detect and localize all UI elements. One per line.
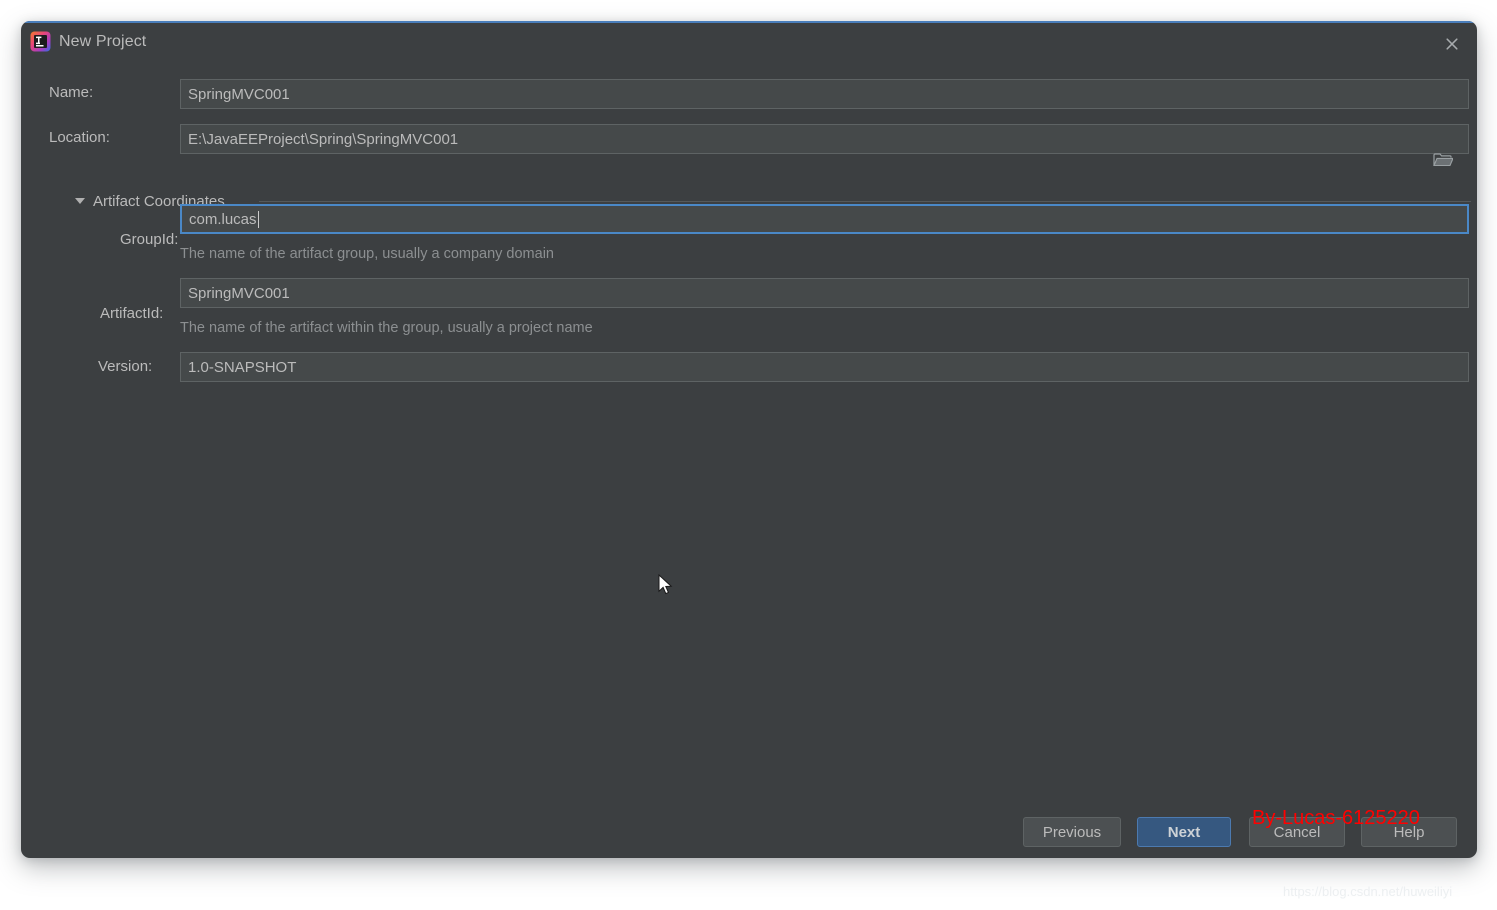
artifactid-input-value: SpringMVC001 bbox=[188, 284, 290, 302]
artifactid-helper-text: The name of the artifact within the grou… bbox=[180, 320, 593, 336]
watermark-text: https://blog.csdn.net/huweiliyi bbox=[1283, 884, 1453, 899]
dialog-title-bar: New Project bbox=[21, 23, 1477, 60]
intellij-idea-icon bbox=[30, 31, 51, 52]
groupid-input-value: com.lucas bbox=[189, 210, 257, 228]
artifactid-label: ArtifactId: bbox=[100, 305, 164, 322]
new-project-dialog: New Project Name: SpringMVC001 Location:… bbox=[21, 21, 1477, 858]
text-caret bbox=[257, 210, 259, 228]
name-input[interactable]: SpringMVC001 bbox=[180, 79, 1469, 109]
chevron-down-icon bbox=[75, 198, 85, 204]
cancel-button[interactable]: Cancel bbox=[1249, 817, 1345, 847]
version-input-value: 1.0-SNAPSHOT bbox=[188, 358, 297, 376]
name-input-value: SpringMVC001 bbox=[188, 85, 290, 103]
groupid-input[interactable]: com.lucas bbox=[180, 204, 1469, 234]
dialog-title: New Project bbox=[59, 33, 147, 50]
groupid-label: GroupId: bbox=[120, 231, 179, 248]
version-input[interactable]: 1.0-SNAPSHOT bbox=[180, 352, 1469, 382]
section-divider bbox=[259, 201, 1471, 202]
name-label: Name: bbox=[49, 84, 94, 101]
groupid-helper-text: The name of the artifact group, usually … bbox=[180, 246, 554, 262]
location-input-value: E:\JavaEEProject\Spring\SpringMVC001 bbox=[188, 130, 459, 148]
version-label: Version: bbox=[98, 358, 153, 375]
close-icon[interactable] bbox=[1435, 29, 1469, 57]
location-input[interactable]: E:\JavaEEProject\Spring\SpringMVC001 bbox=[180, 124, 1469, 154]
artifactid-input[interactable]: SpringMVC001 bbox=[180, 278, 1469, 308]
help-button[interactable]: Help bbox=[1361, 817, 1457, 847]
next-button[interactable]: Next bbox=[1137, 817, 1231, 847]
folder-icon[interactable] bbox=[1419, 146, 1467, 174]
location-label: Location: bbox=[49, 129, 110, 146]
previous-button[interactable]: Previous bbox=[1023, 817, 1121, 847]
